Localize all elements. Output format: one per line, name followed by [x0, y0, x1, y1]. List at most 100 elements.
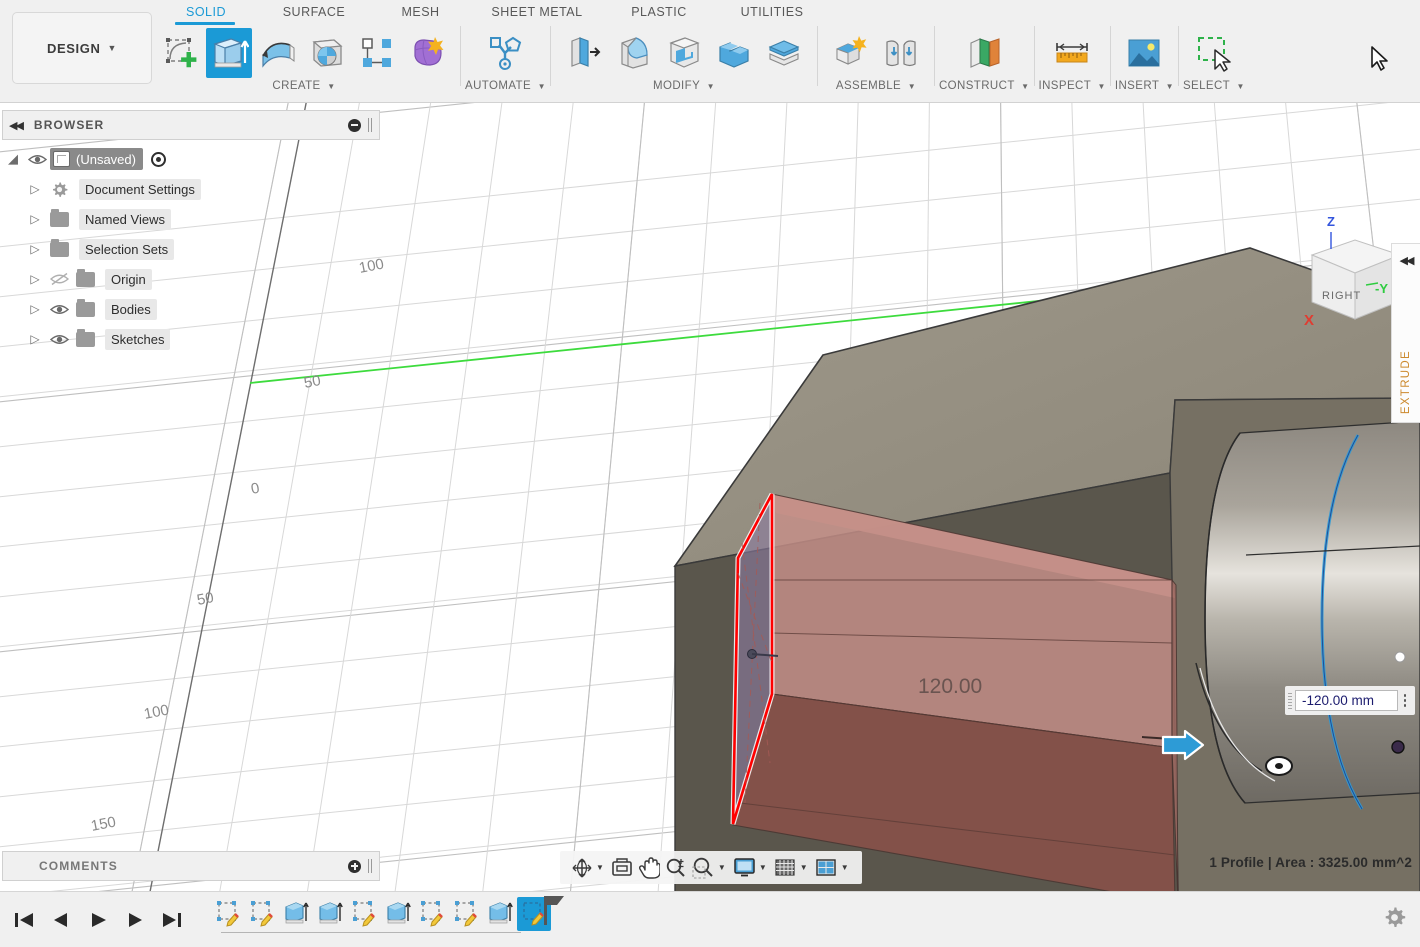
measure-icon[interactable] [1047, 26, 1097, 80]
grid-snaps-icon[interactable] [772, 854, 799, 881]
drag-grip-icon[interactable] [1288, 692, 1292, 709]
timeline-settings-gear-icon[interactable] [1383, 906, 1406, 934]
go-to-end-icon[interactable] [156, 904, 187, 935]
comments-panel-header[interactable]: COMMENTS [2, 851, 380, 881]
construct-plane-icon[interactable] [959, 26, 1009, 80]
tree-item-selection-sets[interactable]: ▷ Selection Sets [2, 234, 262, 264]
tab-utilities[interactable]: UTILITIES [717, 3, 827, 22]
tab-sheet-metal-label: SHEET METAL [491, 5, 583, 19]
timeline-sketch-3[interactable] [347, 897, 381, 931]
tree-item-sketches[interactable]: ▷ Sketches [2, 324, 262, 354]
timeline-extrude-5[interactable] [517, 895, 564, 931]
chevron-down-icon[interactable]: ▼ [718, 863, 726, 872]
double-left-arrow-icon[interactable]: ◀◀ [1400, 254, 1415, 267]
viewports-icon[interactable] [813, 854, 840, 881]
expand-triangle-icon[interactable]: ◢ [2, 151, 24, 167]
axis-x-label: X [1304, 312, 1314, 329]
create-sketch-icon[interactable] [156, 26, 206, 80]
timeline-extrude-4[interactable] [483, 897, 517, 931]
revolve-icon[interactable] [252, 26, 302, 80]
chevron-down-icon[interactable]: ▼ [800, 863, 808, 872]
eye-off-icon[interactable] [46, 272, 72, 286]
timeline-extrude-2[interactable] [313, 897, 347, 931]
tree-root-row[interactable]: ◢ (Unsaved) [2, 144, 262, 174]
manipulator-point-body[interactable] [1265, 756, 1293, 776]
activate-component-radio[interactable] [150, 151, 166, 167]
play-icon[interactable] [82, 904, 113, 935]
extrude-dialog-collapsed-tab[interactable]: ◀◀ EXTRUDE [1391, 243, 1420, 423]
combine-icon[interactable] [709, 26, 759, 80]
chevron-down-icon: ▼ [537, 82, 546, 91]
joint-icon[interactable] [876, 26, 926, 80]
tree-item-origin[interactable]: ▷ Origin [2, 264, 262, 294]
tab-mesh[interactable]: MESH [368, 3, 473, 22]
look-at-icon[interactable] [609, 854, 636, 881]
shell-icon[interactable] [659, 26, 709, 80]
orbit-icon[interactable] [568, 854, 595, 881]
tree-item-label: Origin [105, 268, 152, 290]
step-back-icon[interactable] [45, 904, 76, 935]
display-settings-icon[interactable] [731, 854, 758, 881]
new-component-icon[interactable] [826, 26, 876, 80]
fit-icon[interactable] [690, 854, 717, 881]
timeline-extrude-1[interactable] [279, 897, 313, 931]
expand-triangle-icon[interactable]: ▷ [24, 182, 46, 196]
step-forward-icon[interactable] [119, 904, 150, 935]
timeline-sketch-1[interactable] [211, 897, 245, 931]
split-face-icon[interactable] [759, 26, 809, 80]
chevron-down-icon[interactable]: ▼ [759, 863, 767, 872]
extrude-distance-input-group[interactable]: -120.00 mm [1285, 686, 1415, 715]
tree-item-label: Bodies [105, 298, 157, 320]
tab-sheet-metal[interactable]: SHEET METAL [473, 3, 601, 22]
folder-icon [72, 268, 98, 287]
plus-circle-icon[interactable] [348, 859, 361, 873]
workspace-label: DESIGN [47, 40, 101, 56]
expand-triangle-icon[interactable]: ▷ [24, 302, 46, 316]
select-window-icon[interactable] [1189, 26, 1239, 80]
tab-plastic[interactable]: PLASTIC [601, 3, 717, 22]
timeline-sketch-2[interactable] [245, 897, 279, 931]
double-left-arrow-icon[interactable]: ◀◀ [9, 119, 24, 132]
sweep-icon[interactable] [302, 26, 352, 80]
pattern-icon[interactable] [352, 26, 402, 80]
construct-label: CONSTRUCT [938, 80, 1015, 92]
insert-image-icon[interactable] [1119, 26, 1169, 80]
press-pull-icon[interactable] [559, 26, 609, 80]
tree-item-document-settings[interactable]: ▷ Document Settings [2, 174, 262, 204]
chevron-down-icon[interactable]: ▼ [841, 863, 849, 872]
tab-surface[interactable]: SURFACE [260, 3, 368, 22]
eye-icon[interactable] [46, 303, 72, 316]
expand-triangle-icon[interactable]: ▷ [24, 242, 46, 256]
root-component-chip[interactable]: (Unsaved) [50, 148, 143, 170]
go-to-start-icon[interactable] [8, 904, 39, 935]
tree-item-bodies[interactable]: ▷ Bodies [2, 294, 262, 324]
eye-icon[interactable] [46, 333, 72, 346]
fillet-icon[interactable] [609, 26, 659, 80]
workspace-switcher-button[interactable]: DESIGN ▼ [12, 12, 152, 84]
grid-label: 50 [303, 372, 323, 392]
expand-triangle-icon[interactable]: ▷ [24, 272, 46, 286]
extrude-distance-input[interactable]: -120.00 mm [1295, 690, 1398, 711]
automate-icon[interactable] [480, 26, 530, 80]
toolbar-divider [933, 26, 935, 86]
pan-icon[interactable] [636, 854, 663, 881]
timeline-sketch-4[interactable] [415, 897, 449, 931]
tab-solid[interactable]: SOLID [152, 3, 260, 22]
expand-triangle-icon[interactable]: ▷ [24, 332, 46, 346]
minus-circle-icon[interactable] [348, 118, 361, 132]
chevron-down-icon[interactable]: ▼ [596, 863, 604, 872]
timeline-sketch-5[interactable] [449, 897, 483, 931]
vertical-dots-icon[interactable] [1398, 694, 1412, 707]
create-label: CREATE [272, 80, 321, 92]
panel-resize-grip[interactable] [368, 118, 373, 132]
tree-item-named-views[interactable]: ▷ Named Views [2, 204, 262, 234]
eye-icon[interactable] [24, 153, 50, 166]
zoom-icon[interactable] [663, 854, 690, 881]
extrude-icon[interactable] [206, 28, 252, 78]
expand-triangle-icon[interactable]: ▷ [24, 212, 46, 226]
panel-resize-grip[interactable] [368, 859, 373, 873]
ribbon-group-inspect: INSPECT ▼ [1039, 24, 1106, 100]
form-icon[interactable] [402, 26, 452, 80]
timeline-extrude-3[interactable] [381, 897, 415, 931]
comments-title: COMMENTS [39, 859, 118, 873]
